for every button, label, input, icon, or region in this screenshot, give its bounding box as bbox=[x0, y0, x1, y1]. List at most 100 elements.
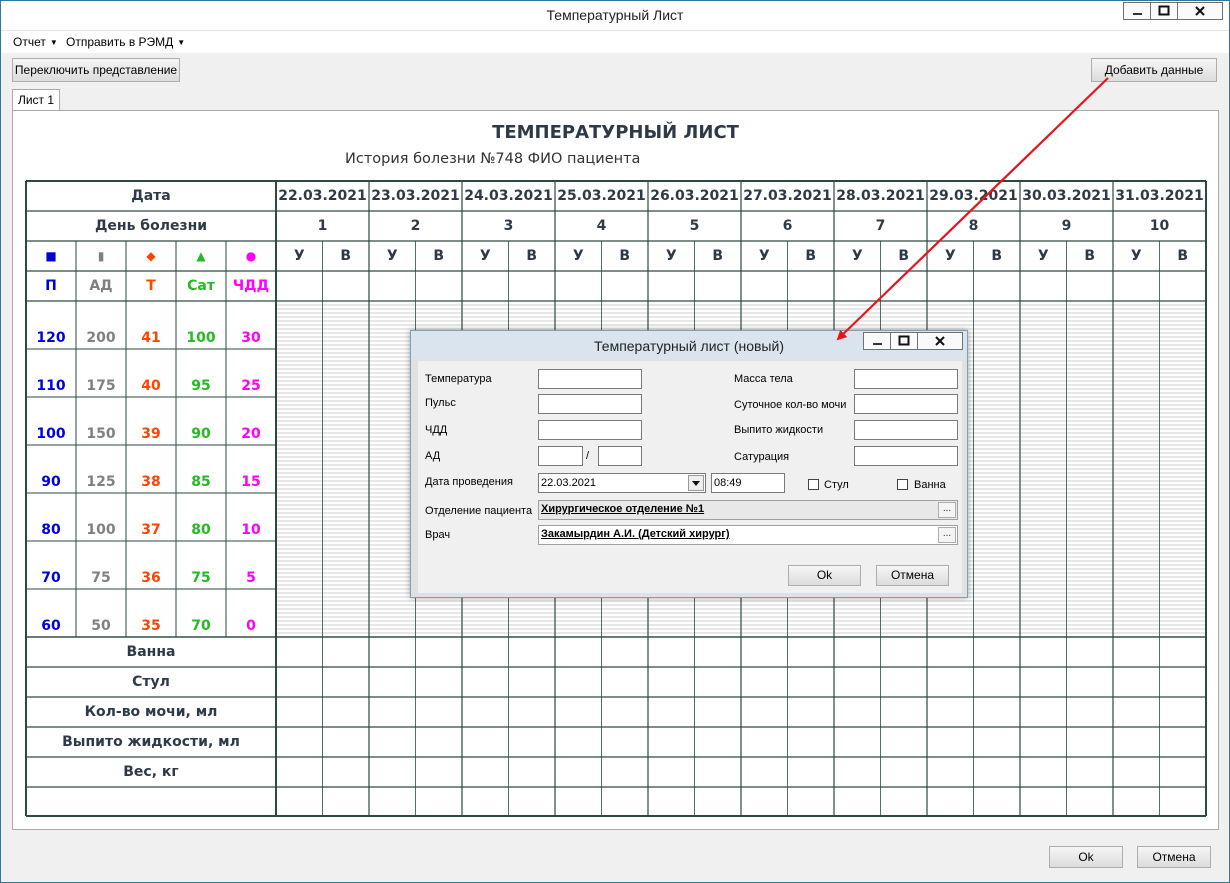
legend-symbol-icon: ▮ bbox=[97, 249, 105, 263]
scale-value: 60 bbox=[41, 618, 61, 634]
scale-value: 100 bbox=[36, 426, 66, 442]
legend-label: П bbox=[45, 278, 57, 294]
scale-value: 125 bbox=[86, 474, 116, 490]
scale-value: 15 bbox=[241, 474, 261, 490]
date-dropdown-button[interactable] bbox=[688, 475, 704, 491]
legend-label: ЧДД bbox=[232, 278, 270, 294]
morning-cell: У bbox=[665, 248, 677, 264]
dialog-cancel-button[interactable]: Отмена bbox=[876, 565, 949, 586]
bottom-row-label: Стул bbox=[132, 674, 170, 690]
close-icon bbox=[935, 336, 945, 346]
dialog-ok-button[interactable]: Ok bbox=[788, 565, 861, 586]
scale-value: 90 bbox=[41, 474, 61, 490]
scale-value: 70 bbox=[41, 570, 61, 586]
weight-input[interactable] bbox=[854, 369, 958, 389]
date-cell: 27.03.2021 bbox=[743, 188, 832, 204]
evening-cell: В bbox=[712, 248, 724, 264]
morning-cell: У bbox=[851, 248, 863, 264]
drunk-label: Выпито жидкости bbox=[734, 424, 824, 436]
dialog-maximize-button[interactable] bbox=[890, 332, 918, 350]
scale-value: 75 bbox=[191, 570, 211, 586]
pulse-label: Пульс bbox=[425, 397, 456, 409]
date-cell: 22.03.2021 bbox=[278, 188, 367, 204]
dialog-close-button[interactable] bbox=[917, 332, 963, 350]
rr-input[interactable] bbox=[538, 420, 642, 440]
evening-cell: В bbox=[898, 248, 910, 264]
evening-cell: В bbox=[619, 248, 631, 264]
legend-symbol-icon: ■ bbox=[45, 249, 57, 263]
rr-label: ЧДД bbox=[425, 424, 448, 436]
maximize-icon bbox=[898, 335, 910, 346]
date-cell: 26.03.2021 bbox=[650, 188, 739, 204]
scale-value: 120 bbox=[36, 330, 66, 346]
time-input[interactable]: 08:49 bbox=[711, 473, 785, 493]
day-cell: 5 bbox=[689, 218, 700, 234]
legend-symbol-icon: ▲ bbox=[196, 249, 206, 263]
temperature-input[interactable] bbox=[538, 369, 642, 389]
day-cell: 3 bbox=[503, 218, 514, 234]
doctor-value: Закамырдин А.И. (Детский хирург) bbox=[541, 528, 730, 540]
morning-cell: У bbox=[386, 248, 398, 264]
doctor-field[interactable]: Закамырдин А.И. (Детский хирург) bbox=[538, 525, 958, 545]
date-value: 22.03.2021 bbox=[541, 477, 597, 489]
date-cell: 29.03.2021 bbox=[929, 188, 1018, 204]
pulse-input[interactable] bbox=[538, 394, 642, 414]
chevron-down-icon bbox=[692, 481, 700, 486]
morning-cell: У bbox=[293, 248, 305, 264]
scale-value: 85 bbox=[191, 474, 211, 490]
new-entry-dialog: Температурный лист (новый) Температура П… bbox=[410, 330, 968, 598]
dialog-body: Температура Пульс ЧДД АД / Дата проведен… bbox=[418, 361, 962, 593]
stool-checkbox[interactable] bbox=[808, 479, 819, 490]
date-cell: 31.03.2021 bbox=[1115, 188, 1204, 204]
date-cell: 23.03.2021 bbox=[371, 188, 460, 204]
bp-separator: / bbox=[586, 450, 590, 462]
evening-cell: В bbox=[340, 248, 352, 264]
drunk-input[interactable] bbox=[854, 420, 958, 440]
scale-value: 40 bbox=[141, 378, 161, 394]
scale-value: 35 bbox=[141, 618, 161, 634]
morning-cell: У bbox=[1130, 248, 1142, 264]
scale-value: 200 bbox=[86, 330, 116, 346]
evening-cell: В bbox=[526, 248, 538, 264]
scale-value: 100 bbox=[186, 330, 216, 346]
doctor-browse-button[interactable]: ... bbox=[938, 527, 956, 543]
scale-value: 36 bbox=[141, 570, 161, 586]
bottom-row-label: Выпито жидкости, мл bbox=[62, 734, 240, 750]
date-label: Дата проведения bbox=[425, 476, 513, 488]
date-cell: 30.03.2021 bbox=[1022, 188, 1111, 204]
footer-ok-button[interactable]: Ok bbox=[1049, 846, 1123, 868]
scale-value: 70 bbox=[191, 618, 211, 634]
department-value: Хирургическое отделение №1 bbox=[541, 503, 705, 515]
temperature-label: Температура bbox=[425, 373, 492, 385]
scale-value: 30 bbox=[241, 330, 261, 346]
bp-label: АД bbox=[425, 450, 441, 462]
bath-checkbox[interactable] bbox=[897, 479, 908, 490]
day-cell: 6 bbox=[782, 218, 793, 234]
scale-value: 95 bbox=[191, 378, 211, 394]
legend-label: АД bbox=[89, 278, 113, 294]
day-cell: 7 bbox=[875, 218, 886, 234]
legend-label: Т bbox=[146, 278, 156, 294]
dialog-minimize-button[interactable] bbox=[863, 332, 891, 350]
footer-cancel-button[interactable]: Отмена bbox=[1137, 846, 1211, 868]
saturation-label: Сатурация bbox=[734, 451, 790, 463]
bottom-row-label: Кол-во мочи, мл bbox=[84, 704, 218, 720]
department-browse-button[interactable]: ... bbox=[938, 502, 956, 518]
department-field[interactable]: Хирургическое отделение №1 bbox=[538, 500, 958, 520]
saturation-input[interactable] bbox=[854, 446, 958, 466]
scale-value: 10 bbox=[241, 522, 261, 538]
date-picker[interactable]: 22.03.2021 bbox=[538, 473, 706, 493]
department-label: Отделение пациента bbox=[425, 505, 533, 517]
scale-value: 50 bbox=[91, 618, 111, 634]
day-cell: 1 bbox=[317, 218, 328, 234]
scale-value: 39 bbox=[141, 426, 161, 442]
main-window: Температурный Лист Отчет ▼ Отправить в РЭ… bbox=[0, 0, 1230, 883]
scale-value: 80 bbox=[41, 522, 61, 538]
morning-cell: У bbox=[1037, 248, 1049, 264]
scale-value: 37 bbox=[141, 522, 161, 538]
urine-label: Суточное кол-во мочи bbox=[734, 399, 847, 411]
bp-systolic-input[interactable] bbox=[538, 446, 583, 466]
legend-symbol-icon: ◆ bbox=[146, 249, 156, 263]
bp-diastolic-input[interactable] bbox=[598, 446, 642, 466]
urine-input[interactable] bbox=[854, 394, 958, 414]
